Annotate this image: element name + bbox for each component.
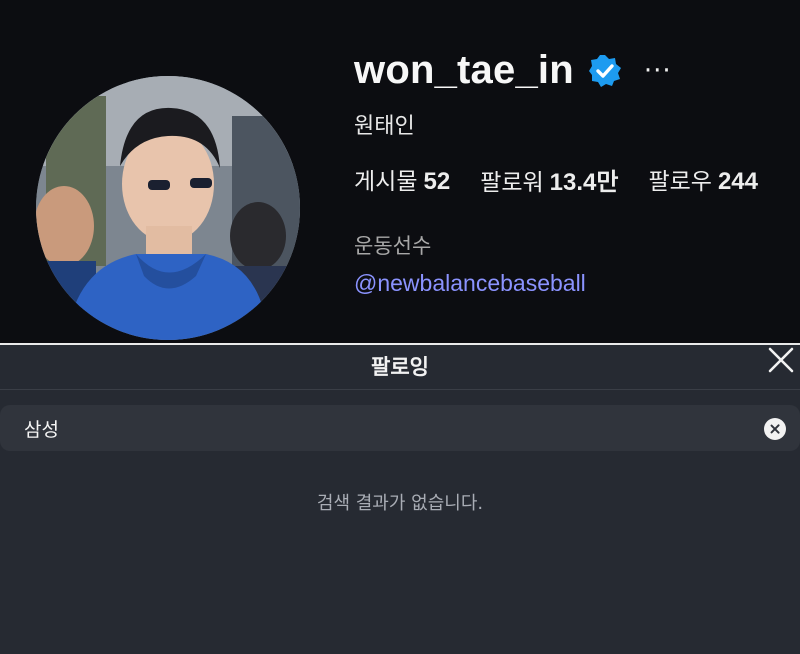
avatar-photo [36,76,300,340]
stat-followers-value: 13.4만 [549,169,619,196]
no-results-message: 검색 결과가 없습니다. [316,493,484,514]
profile-full-name: 원태인 [354,114,415,139]
profile-header: won_tae_in ··· 원태인 게시물 52 팔로워 13.4만 팔로우 244… [0,0,800,340]
stat-followers-label: 팔로워 [480,170,544,196]
following-dialog: 팔로잉 검색 결과가 없습니다. [0,343,800,654]
close-icon[interactable] [766,345,796,375]
clear-search-icon[interactable] [764,418,786,440]
username-row: won_tae_in ··· [354,48,672,93]
profile-username: won_tae_in [354,48,574,92]
verified-badge-icon [588,54,622,88]
more-options-button[interactable]: ··· [644,58,672,84]
search-box [0,405,800,451]
profile-mention-link[interactable]: @newbalancebaseball [354,270,586,297]
stat-following-label: 팔로우 [648,169,712,195]
search-input[interactable] [24,413,724,443]
profile-category: 운동선수 [354,234,432,258]
profile-avatar[interactable] [36,76,300,340]
stat-followers[interactable]: 팔로워 13.4만 [480,162,618,197]
stat-posts-label: 게시물 [354,169,418,195]
dialog-header: 팔로잉 [0,345,800,390]
profile-stats: 게시물 52 팔로워 13.4만 팔로우 244 [354,162,758,197]
dialog-title: 팔로잉 [371,355,429,379]
stat-following-value: 244 [717,168,758,195]
stat-following[interactable]: 팔로우 244 [648,162,758,197]
stat-posts-value: 52 [423,168,451,195]
stat-posts: 게시물 52 [354,162,450,197]
